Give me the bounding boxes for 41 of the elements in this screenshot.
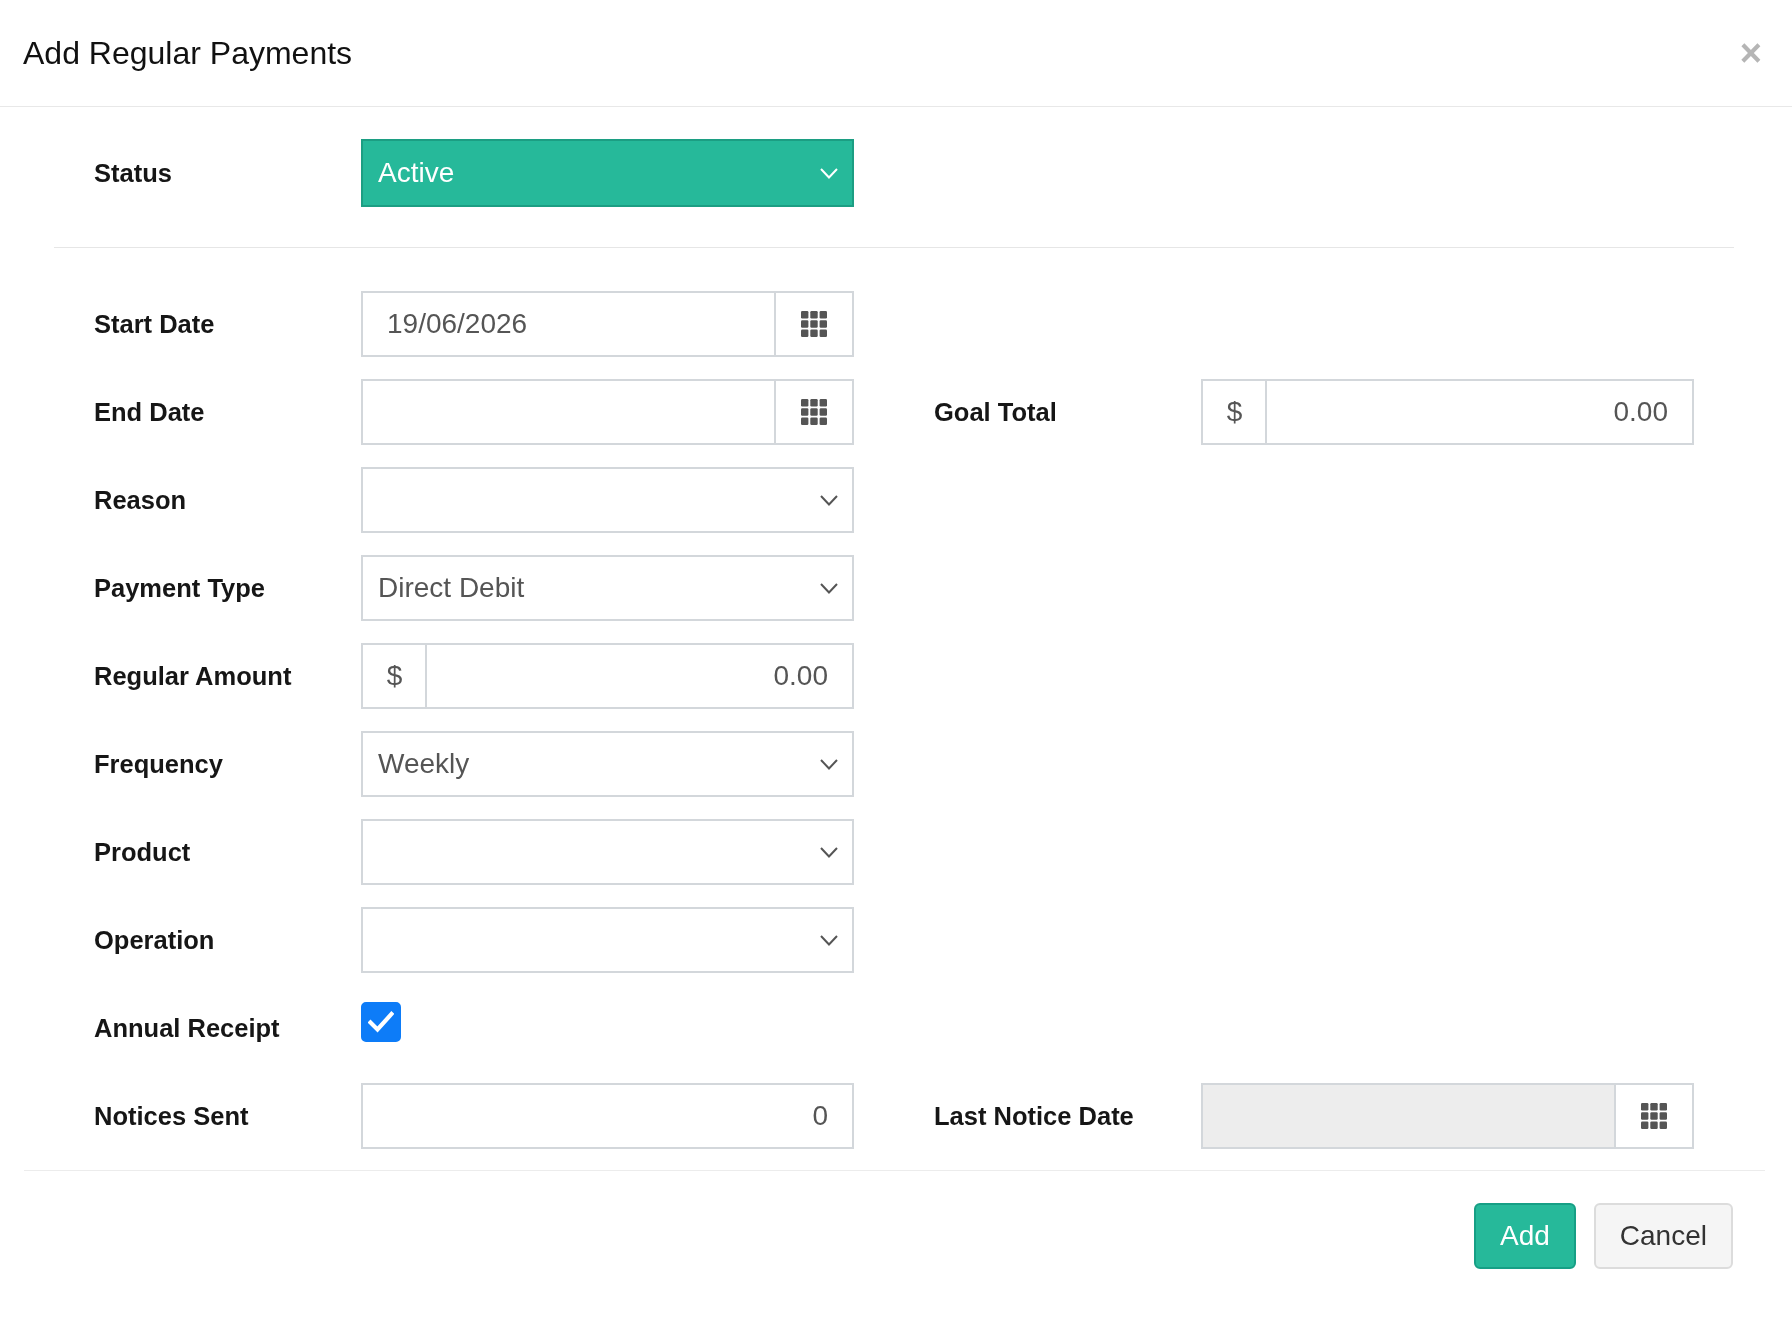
field-label: Status: [94, 157, 173, 189]
date-field[interactable]: 19/06/2026: [361, 291, 776, 357]
grid-icon: [800, 311, 827, 337]
dropdown-field[interactable]: [361, 467, 854, 533]
dropdown-field[interactable]: [361, 907, 854, 973]
field-label: Annual Receipt: [94, 1012, 281, 1044]
dropdown-field[interactable]: Direct Debit: [361, 555, 854, 621]
field-label: Last Notice Date: [934, 1100, 1135, 1132]
dropdown-field[interactable]: Weekly: [361, 731, 854, 797]
chevron-down-icon: [820, 934, 838, 946]
field-label: Goal Total: [934, 396, 1058, 428]
chevron-down-icon: [820, 758, 838, 770]
date-picker-button[interactable]: [775, 379, 854, 445]
field-label: Reason: [94, 484, 188, 516]
field-label: Operation: [94, 924, 216, 956]
cancel-button[interactable]: Cancel: [1593, 1203, 1733, 1269]
dropdown-field[interactable]: [361, 819, 854, 885]
amount-field[interactable]: 0.00: [1265, 379, 1694, 445]
field-label: Regular Amount: [94, 660, 293, 692]
date-picker-button[interactable]: [775, 291, 854, 357]
grid-icon: [800, 399, 827, 425]
date-picker-button[interactable]: [1615, 1083, 1694, 1149]
field-label: End Date: [94, 396, 206, 428]
field-label: Frequency: [94, 748, 224, 780]
amount-field[interactable]: 0.00: [425, 643, 854, 709]
chevron-down-icon: [820, 582, 838, 594]
currency-prefix: $: [361, 643, 426, 709]
currency-prefix: $: [1201, 379, 1266, 445]
field-label: Product: [94, 836, 192, 868]
field-label: Payment Type: [94, 572, 266, 604]
chevron-down-icon: [820, 494, 838, 506]
dialog-title: Add Regular Payments: [23, 33, 353, 73]
field-label: Start Date: [94, 308, 216, 340]
grid-icon: [1640, 1103, 1667, 1129]
checkbox[interactable]: [361, 1002, 401, 1042]
number-field[interactable]: 0: [361, 1083, 854, 1149]
field-label: Notices Sent: [94, 1100, 250, 1132]
checkmark-icon: [368, 1011, 394, 1033]
date-field[interactable]: [361, 379, 776, 445]
chevron-down-icon: [820, 846, 838, 858]
chevron-down-icon: [820, 167, 838, 179]
